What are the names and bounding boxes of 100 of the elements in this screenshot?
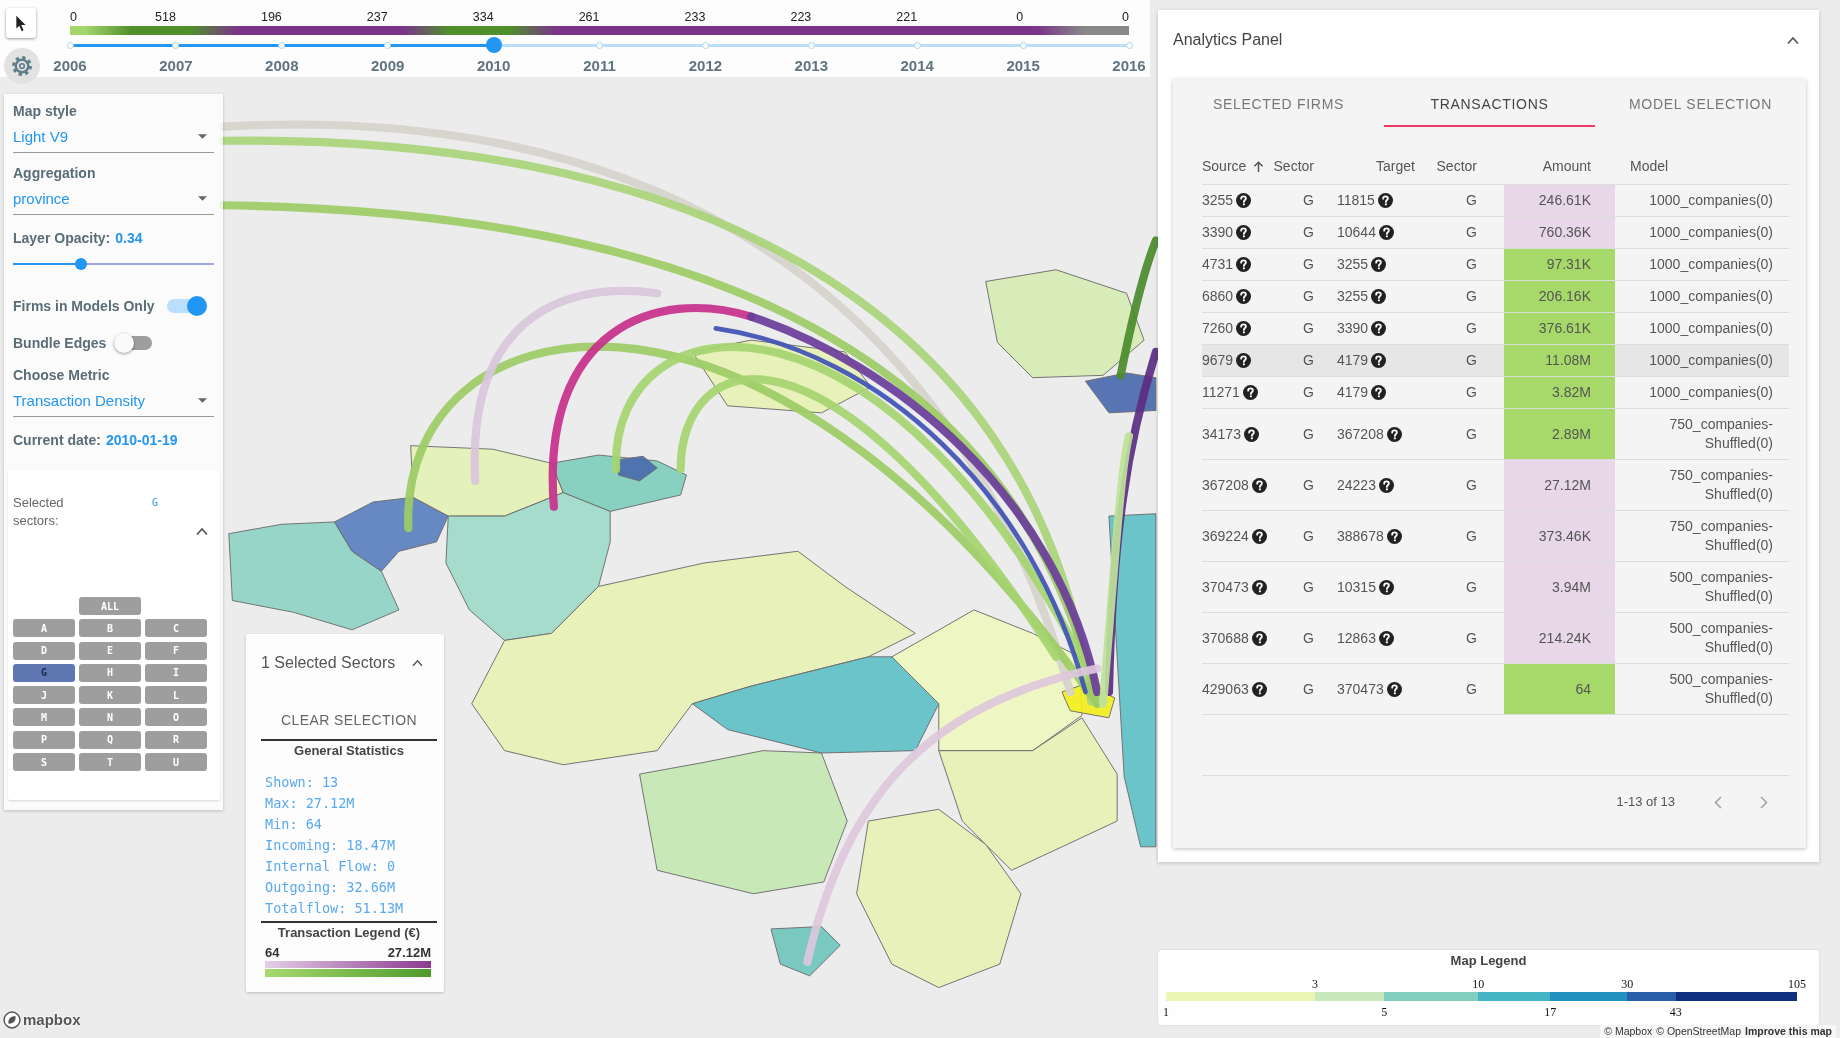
filter-button[interactable]: A <box>13 619 75 638</box>
filter-button[interactable]: ALL <box>79 597 141 615</box>
help-icon[interactable] <box>1251 477 1267 493</box>
help-icon[interactable] <box>1371 385 1387 400</box>
chevron-up-icon[interactable] <box>412 659 423 667</box>
slider-thumb[interactable] <box>75 258 88 270</box>
help-icon[interactable] <box>1378 630 1394 646</box>
column-header[interactable]: Amount <box>1504 148 1615 185</box>
table-row[interactable]: 6860 G 3255 G 206.16K 1000_companies(0) <box>1202 280 1789 313</box>
column-header[interactable]: Model <box>1615 148 1789 185</box>
filter-button[interactable]: L <box>145 686 207 705</box>
help-icon[interactable] <box>1386 528 1402 544</box>
table-row[interactable]: 34173 G 367208 G 2.89M 750_companies-Shuffled(0) <box>1202 408 1789 460</box>
help-icon[interactable] <box>1236 193 1252 208</box>
settings-icon[interactable] <box>4 48 40 84</box>
attribution-link[interactable]: © OpenStreetMap <box>1656 1025 1742 1038</box>
help-icon[interactable] <box>1386 681 1402 697</box>
table-row[interactable]: 369224 G 388678 G 373.46K 750_companies-Shuffled(0) <box>1202 510 1789 562</box>
help-icon[interactable] <box>1242 385 1258 400</box>
column-header[interactable]: Sector <box>1270 148 1317 185</box>
tab[interactable]: TRANSACTIONS <box>1384 79 1595 127</box>
filter-button[interactable]: P <box>13 730 75 749</box>
help-icon[interactable] <box>1236 353 1252 368</box>
table-row[interactable]: 370473 G 10315 G 3.94M 500_companies-Shuffled(0) <box>1202 561 1789 613</box>
filter-button[interactable]: B <box>79 619 141 638</box>
attribution-link[interactable]: © Mapbox <box>1604 1025 1653 1038</box>
table-row[interactable]: 4731 G 3255 G 97.31K 1000_companies(0) <box>1202 248 1789 281</box>
help-icon[interactable] <box>1236 225 1252 240</box>
help-icon[interactable] <box>1371 289 1387 304</box>
filter-button[interactable]: D <box>13 641 75 660</box>
filter-button[interactable]: N <box>79 708 141 727</box>
help-icon[interactable] <box>1251 528 1267 544</box>
filter-button[interactable]: I <box>145 663 207 682</box>
help-icon[interactable] <box>1371 353 1387 368</box>
filter-button[interactable]: R <box>145 730 207 749</box>
help-icon[interactable] <box>1378 579 1394 595</box>
filter-button[interactable]: E <box>79 641 141 660</box>
filter-button[interactable]: T <box>79 753 141 772</box>
filter-button[interactable]: C <box>145 619 207 638</box>
filter-button[interactable]: U <box>145 753 207 772</box>
table-row[interactable]: 429063 G 370473 G 64 500_companies-Shuffled(0) <box>1202 663 1789 715</box>
stat-line: Min: 64 <box>265 815 322 834</box>
chevron-up-icon[interactable] <box>1787 35 1799 45</box>
chevron-up-icon[interactable] <box>196 527 208 536</box>
help-icon[interactable] <box>1236 257 1252 272</box>
help-icon[interactable] <box>1243 426 1259 442</box>
firm-id: 7260 <box>1202 319 1234 338</box>
tab[interactable]: MODEL SELECTION <box>1595 79 1806 127</box>
tick-dot-icon <box>1125 41 1133 49</box>
dropdown[interactable]: Light V9 <box>13 120 214 153</box>
year-label: 2014 <box>900 57 934 75</box>
filter-button[interactable]: M <box>13 708 75 727</box>
firm-id: 10315 <box>1337 577 1376 597</box>
column-header[interactable]: Source <box>1202 158 1247 175</box>
attribution-link[interactable]: Improve this map <box>1745 1025 1832 1038</box>
count-label: 0 <box>70 9 77 25</box>
pointer-tool-button[interactable] <box>6 8 36 38</box>
filter-button[interactable]: S <box>13 753 75 772</box>
count-label: 223 <box>790 9 812 25</box>
table-row[interactable]: 370688 G 12863 G 214.24K 500_companies-Shuffled(0) <box>1202 612 1789 664</box>
table-row[interactable]: 11271 G 4179 G 3.82M 1000_companies(0) <box>1202 376 1789 409</box>
filter-button[interactable]: O <box>145 708 207 727</box>
logo-icon[interactable] <box>3 1011 21 1029</box>
dropdown[interactable]: Transaction Density <box>13 384 214 417</box>
help-icon[interactable] <box>1236 289 1252 304</box>
tab[interactable]: SELECTED FIRMS <box>1173 79 1384 127</box>
table-row[interactable]: 9679 G 4179 G 11.08M 1000_companies(0) <box>1202 344 1789 377</box>
legend-label: 105 <box>1788 977 1806 991</box>
help-icon[interactable] <box>1236 321 1252 336</box>
count-label: 334 <box>472 9 494 25</box>
column-header[interactable]: Sector <box>1418 148 1504 185</box>
slider-thumb[interactable] <box>485 37 502 53</box>
filter-button[interactable]: Q <box>79 730 141 749</box>
filter-button[interactable]: G <box>13 663 75 682</box>
table-row[interactable]: 3390 G 10644 G 760.36K 1000_companies(0) <box>1202 216 1789 249</box>
help-icon[interactable] <box>1386 426 1402 442</box>
clear-selection-button[interactable]: CLEAR SELECTION <box>275 709 423 731</box>
firm-id: 4731 <box>1202 255 1234 274</box>
table-row[interactable]: 367208 G 24223 G 27.12M 750_companies-Shuffled(0) <box>1202 459 1789 511</box>
sort-arrow-icon[interactable] <box>1253 160 1265 174</box>
table-row[interactable]: 7260 G 3390 G 376.61K 1000_companies(0) <box>1202 312 1789 345</box>
firm-id: 370688 <box>1202 628 1249 648</box>
filter-button[interactable]: J <box>13 686 75 705</box>
help-icon[interactable] <box>1371 257 1387 272</box>
column-header[interactable]: Target <box>1317 148 1418 185</box>
help-icon[interactable] <box>1251 681 1267 697</box>
filter-button[interactable]: F <box>145 641 207 660</box>
date-value: 2010-01-19 <box>105 431 178 449</box>
help-icon[interactable] <box>1377 193 1393 208</box>
help-icon[interactable] <box>1371 321 1387 336</box>
filter-button[interactable]: K <box>79 686 141 705</box>
filter-button[interactable]: H <box>79 663 141 682</box>
legend-label: 3 <box>1311 977 1318 991</box>
help-icon[interactable] <box>1378 225 1394 240</box>
help-icon[interactable] <box>1251 579 1267 595</box>
logo-text[interactable]: mapbox <box>23 1010 81 1030</box>
help-icon[interactable] <box>1251 630 1267 646</box>
table-row[interactable]: 3255 G 11815 G 246.61K 1000_companies(0) <box>1202 184 1789 217</box>
dropdown[interactable]: province <box>13 182 214 215</box>
help-icon[interactable] <box>1378 477 1394 493</box>
